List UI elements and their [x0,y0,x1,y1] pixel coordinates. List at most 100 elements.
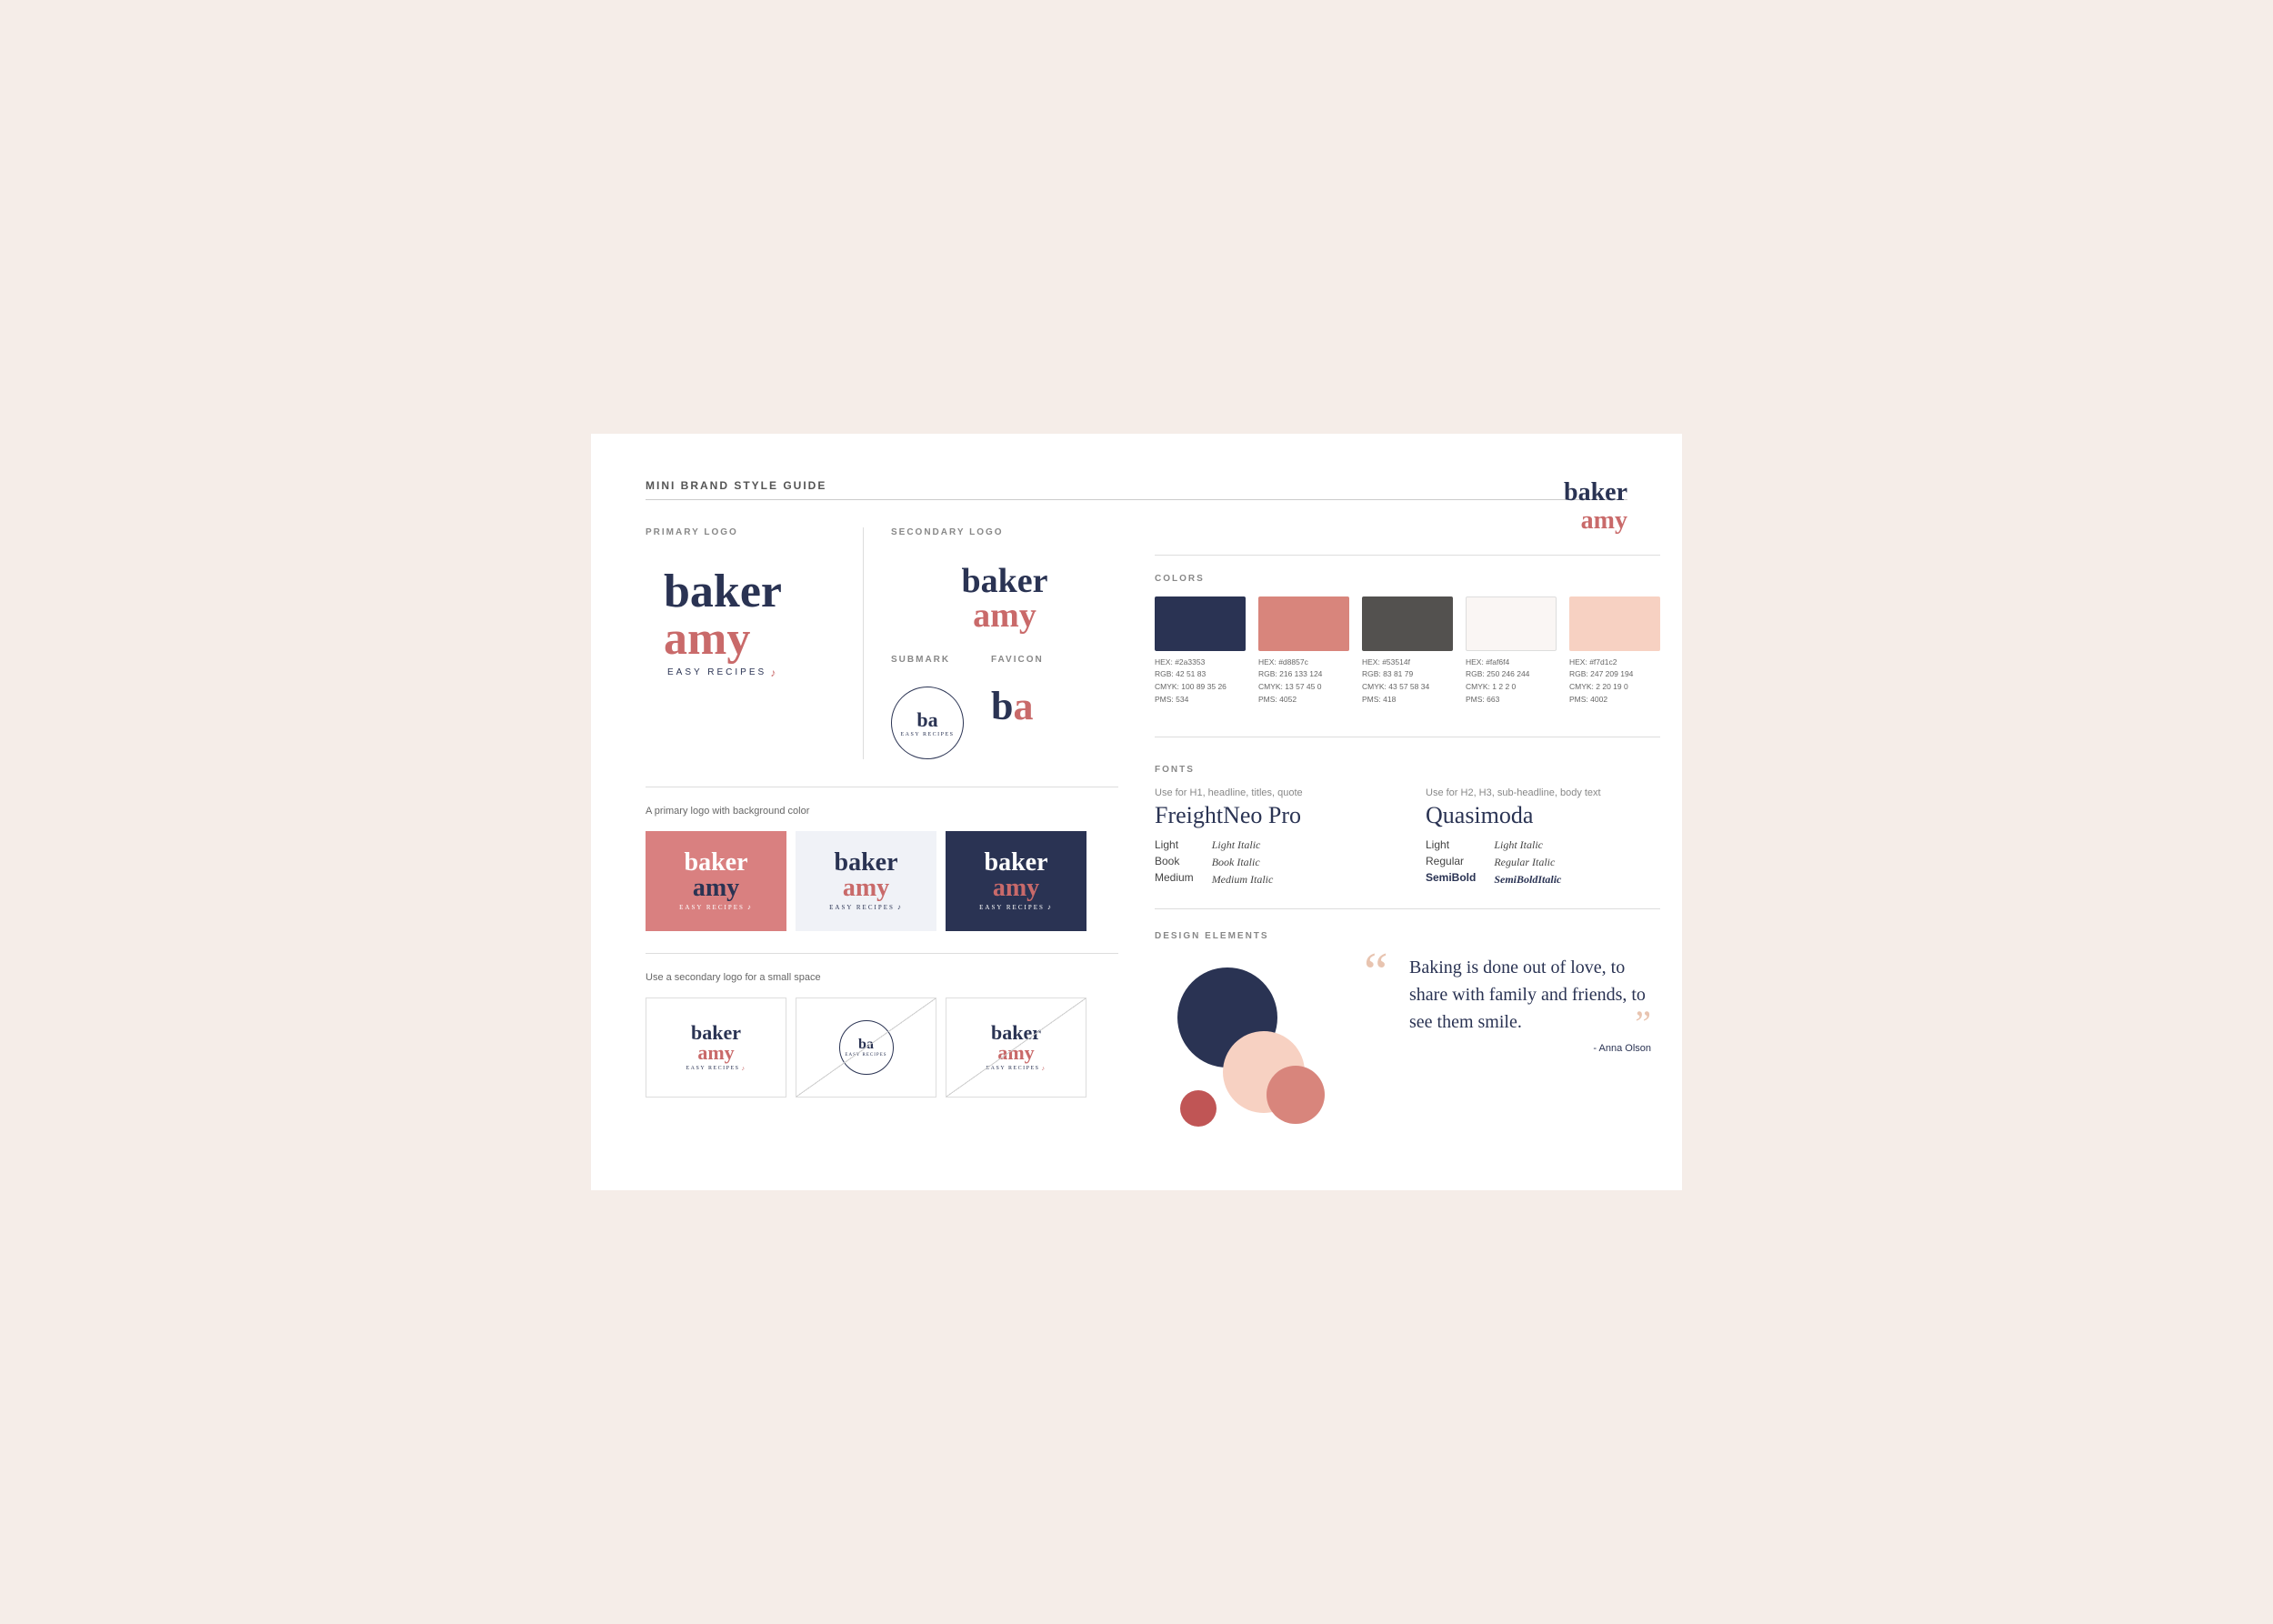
bg-logo-light-tagline: EASY RECIPES [829,903,903,911]
page: MINI BRAND STYLE GUIDE baker amy PRIMARY… [591,434,1682,1190]
bg-logo-navy: baker amy EASY RECIPES [946,831,1086,931]
secondary-logo-area: SECONDARY LOGO baker amy SUBMARK ba EASY… [864,527,1118,759]
primary-logo: baker amy EASY RECIPES [646,550,836,759]
primary-logo-tagline: EASY RECIPES [667,667,778,679]
main-layout: PRIMARY LOGO baker amy EASY RECIPES SECO… [646,527,1627,1136]
small-submark: ba EASY RECIPES [839,1020,894,1075]
color-info-3: HEX: #53514f RGB: 83 81 79 CMYK: 43 57 5… [1362,657,1453,706]
open-quote: “ [1364,945,1388,999]
small-logo-3: baker amy EASY RECIPES [946,997,1086,1098]
bg-logo-pink: baker amy EASY RECIPES [646,831,786,931]
bg-color-section: A primary logo with background color bak… [646,806,1118,954]
header-logo: baker amy [1564,479,1627,536]
secondary-logo-amy: amy [973,598,1036,633]
small-submark-er: EASY RECIPES [845,1053,886,1058]
color-item-5: HEX: #f7d1c2 RGB: 247 209 194 CMYK: 2 20… [1569,596,1660,706]
fonts-label: FONTS [1155,765,1660,775]
quote-area: “ Baking is done out of love, to share w… [1364,954,1660,1054]
small-logo-1: baker amy EASY RECIPES [646,997,786,1098]
sl3-amy: amy [997,1043,1034,1063]
fw-medium-1: Medium [1155,871,1194,884]
favicon-ba: b a [991,687,1033,727]
font-col-2: Use for H2, H3, sub-headline, body text … [1426,787,1660,887]
left-panel: PRIMARY LOGO baker amy EASY RECIPES SECO… [646,527,1118,1136]
secondary-logo-baker: baker [962,564,1048,598]
favicon-a: a [1013,687,1033,727]
color-info-5: HEX: #f7d1c2 RGB: 247 209 194 CMYK: 2 20… [1569,657,1660,706]
sl3-baker: baker [991,1023,1041,1043]
header-logo-amy: amy [1564,507,1627,536]
font2-italic-col: Light Italic Regular Italic SemiBoldItal… [1494,838,1561,887]
fw-light-italic-2: Light Italic [1494,838,1561,852]
color-info-2: HEX: #d8857c RGB: 216 133 124 CMYK: 13 5… [1258,657,1349,706]
color-swatch-4 [1466,596,1557,651]
header-logo-baker: baker [1564,479,1627,507]
circles-svg [1155,954,1337,1136]
favicon-label: FAVICON [991,655,1044,665]
sl3-tagline: EASY RECIPES [986,1065,1046,1072]
bg-logo-light-baker: baker [835,850,898,876]
page-title: MINI BRAND STYLE GUIDE [646,479,1627,500]
design-elements-content: “ Baking is done out of love, to share w… [1155,954,1660,1136]
submark-ba-text: ba [916,708,937,732]
font1-name: FreightNeo Pro [1155,802,1389,829]
fw-regular-2: Regular [1426,855,1476,867]
colors-row: HEX: #2a3353 RGB: 42 51 83 CMYK: 100 89 … [1155,596,1660,706]
bg-logos-row: baker amy EASY RECIPES baker amy EASY RE… [646,831,1118,931]
color-swatch-3 [1362,596,1453,651]
circle-red [1180,1090,1217,1127]
colors-section: COLORS HEX: #2a3353 RGB: 42 51 83 CMYK: … [1155,574,1660,737]
font-col-1: Use for H1, headline, titles, quote Frei… [1155,787,1389,887]
color-swatch-5 [1569,596,1660,651]
bg-logo-pink-tagline: EASY RECIPES [679,903,753,911]
font1-use-label: Use for H1, headline, titles, quote [1155,787,1389,798]
quote-text: Baking is done out of love, to share wit… [1364,954,1660,1036]
small-section-note: Use a secondary logo for a small space [646,972,1118,983]
bg-logo-pink-amy: amy [693,876,739,901]
primary-logo-amy: amy [664,616,750,663]
submark-easy-text: EASY RECIPES [901,732,955,737]
color-item-2: HEX: #d8857c RGB: 216 133 124 CMYK: 13 5… [1258,596,1349,706]
fw-book-italic-1: Book Italic [1212,856,1274,869]
font1-weight-col: Light Book Medium [1155,838,1194,887]
color-info-4: HEX: #faf6f4 RGB: 250 246 244 CMYK: 1 2 … [1466,657,1557,706]
small-submark-ba: ba [858,1037,874,1053]
color-info-1: HEX: #2a3353 RGB: 42 51 83 CMYK: 100 89 … [1155,657,1246,706]
quote-author: - Anna Olson [1364,1043,1660,1054]
color-item-4: HEX: #faf6f4 RGB: 250 246 244 CMYK: 1 2 … [1466,596,1557,706]
submark-favicon-row: SUBMARK ba EASY RECIPES FAVICON b a [891,655,1118,759]
color-item-1: HEX: #2a3353 RGB: 42 51 83 CMYK: 100 89 … [1155,596,1246,706]
submark-circle: ba EASY RECIPES [891,687,964,759]
sl1-amy: amy [697,1043,734,1063]
fw-light-1: Light [1155,838,1194,851]
bg-logo-pink-baker: baker [685,850,748,876]
bg-logo-navy-tagline: EASY RECIPES [979,903,1053,911]
close-quote: ” [1635,1002,1651,1045]
design-elements-label: DESIGN ELEMENTS [1155,931,1660,941]
bg-section-note: A primary logo with background color [646,806,1118,817]
fw-book-1: Book [1155,855,1194,867]
font2-weight-col: Light Regular SemiBold [1426,838,1476,887]
logos-row: PRIMARY LOGO baker amy EASY RECIPES SECO… [646,527,1118,787]
favicon-b: b [991,687,1013,727]
bg-logo-light-amy: amy [843,876,889,901]
right-divider [1155,555,1660,556]
font1-italic-col: Light Italic Book Italic Medium Italic [1212,838,1274,887]
bg-logo-navy-amy: amy [993,876,1039,901]
primary-logo-label: PRIMARY LOGO [646,527,836,537]
fw-light-2: Light [1426,838,1476,851]
fonts-section: FONTS Use for H1, headline, titles, quot… [1155,765,1660,909]
font2-weights: Light Regular SemiBold Light Italic Regu… [1426,838,1660,887]
primary-logo-area: PRIMARY LOGO baker amy EASY RECIPES [646,527,864,759]
fonts-row: Use for H1, headline, titles, quote Frei… [1155,787,1660,887]
favicon-col: FAVICON b a [991,655,1044,759]
circle-pink [1267,1066,1325,1124]
fw-light-italic-1: Light Italic [1212,838,1274,852]
small-logo-section: Use a secondary logo for a small space b… [646,972,1118,1098]
colors-label: COLORS [1155,574,1660,584]
fw-regular-italic-2: Regular Italic [1494,856,1561,869]
color-swatch-1 [1155,596,1246,651]
font2-name: Quasimoda [1426,802,1660,829]
color-item-3: HEX: #53514f RGB: 83 81 79 CMYK: 43 57 5… [1362,596,1453,706]
submark-label: SUBMARK [891,655,950,665]
